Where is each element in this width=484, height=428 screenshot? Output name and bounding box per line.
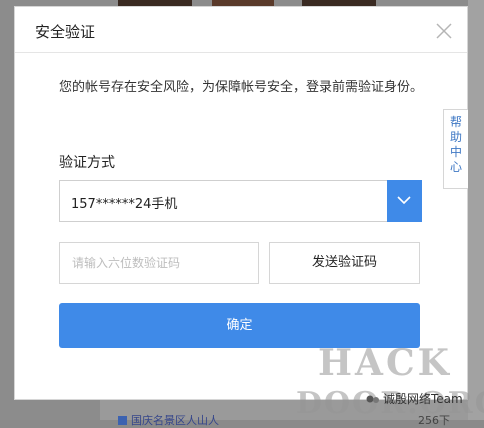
help-tab-char: 帮 [449,115,462,129]
security-verification-dialog: 安全验证 您的帐号存在安全风险，为保障帐号安全，登录前需验证身份。 验证方式 1… [14,6,468,400]
help-center-tab[interactable]: 帮 助 中 心 [443,109,468,189]
send-code-button[interactable]: 发送验证码 [269,242,420,284]
chevron-down-icon [397,196,411,205]
selected-method-value: 157******24手机 [71,197,178,212]
help-tab-char: 中 [449,145,462,159]
verification-code-input[interactable] [59,242,259,284]
risk-notice-text: 您的帐号存在安全风险，为保障帐号安全，登录前需验证身份。 [59,80,424,95]
watermark-hack: HACK [318,342,452,384]
verification-method-select[interactable]: 157******24手机 [59,180,422,222]
page-right-strip [468,0,484,420]
dialog-header: 安全验证 [15,7,467,53]
verification-method-label: 验证方式 [59,155,115,171]
help-tab-char: 助 [449,130,462,144]
dropdown-toggle[interactable] [387,180,422,222]
help-tab-char: 心 [449,160,462,174]
close-icon[interactable] [435,22,453,40]
watermark-team: 诚殷网络Team [366,390,463,407]
list-bullet-icon [118,416,127,425]
wechat-icon [366,395,379,403]
dialog-title: 安全验证 [35,23,96,41]
background-link: 国庆名景区人山人 [118,412,219,428]
